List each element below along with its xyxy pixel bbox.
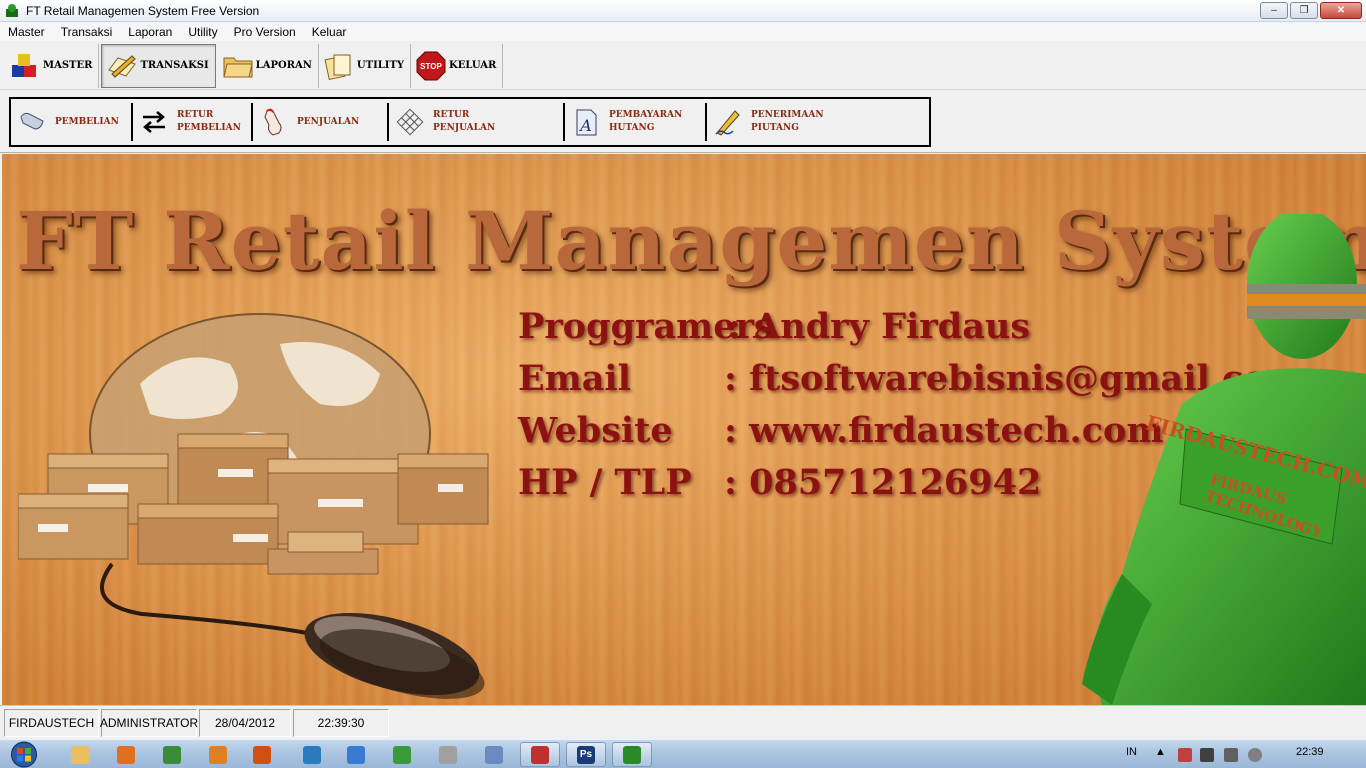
retur-penjualan-label: RETUR PENJUALAN (433, 110, 496, 133)
taskbar-item-chrome[interactable] (152, 742, 192, 767)
penjualan-label: PENJUALAN (297, 116, 360, 127)
document-a-icon: A (576, 109, 597, 136)
taskbar-item-green-app[interactable] (382, 742, 422, 767)
explorer-icon (71, 745, 89, 764)
retur-penjualan-button[interactable]: RETUR PENJUALAN (389, 103, 565, 141)
green-app-icon (393, 745, 411, 764)
firefox-icon (253, 745, 271, 764)
taskbar-item-cat-app[interactable] (428, 742, 468, 767)
grid-icon (396, 108, 424, 136)
media-player-icon (117, 745, 135, 764)
cubes-icon (12, 53, 36, 77)
language-indicator[interactable]: IN (1126, 746, 1137, 758)
display-icon[interactable] (1224, 748, 1238, 762)
transaksi-panel: PEMBELIAN RETUR PEMBELIAN PENJUALAN RETU… (0, 91, 1366, 153)
menu-laporan[interactable]: Laporan (119, 25, 179, 39)
swap-arrows-icon (143, 111, 165, 133)
taskbar: Ps IN ▲ 22:39 (0, 739, 1366, 768)
scroll-icon (20, 112, 44, 130)
title-bar: FT Retail Managemen System Free Version … (0, 0, 1366, 22)
pembayaran-hutang-label: PEMBAYARAN HUTANG (609, 110, 683, 133)
show-hidden-icons[interactable]: ▲ (1155, 746, 1166, 758)
volume-icon[interactable] (1248, 748, 1262, 762)
phone-value: : 085712126942 (724, 462, 1042, 503)
laporan-button[interactable]: LAPORAN (218, 43, 319, 88)
chrome-icon (163, 745, 181, 764)
keluar-button[interactable]: STOP KELUAR (411, 43, 504, 88)
cat-app-2-icon (485, 745, 503, 764)
utility-label: UTILITY (356, 60, 405, 71)
status-time: 22:39:30 (293, 708, 389, 737)
utility-button[interactable]: UTILITY (319, 43, 412, 88)
app-icon (6, 3, 18, 17)
cat-app-icon (439, 745, 457, 764)
status-bar: FIRDAUSTECH ADMINISTRATOR 28/04/2012 22:… (0, 705, 1366, 739)
network-icon[interactable] (1178, 748, 1192, 762)
mail-app-icon (531, 745, 549, 764)
banner-image: FT Retail Managemen System Proggramers :… (2, 154, 1366, 705)
mouse-illustration (100, 562, 485, 699)
pembelian-button[interactable]: PEMBELIAN (11, 103, 133, 141)
taskbar-item-explorer[interactable] (60, 742, 100, 767)
photoshop-icon: Ps (577, 745, 595, 764)
menu-pro-version[interactable]: Pro Version (225, 25, 303, 39)
status-date: 28/04/2012 (199, 708, 291, 737)
penerimaan-piutang-label: PENERIMAAN PIUTANG (751, 110, 824, 133)
retur-pembelian-label: RETUR PEMBELIAN (177, 110, 241, 133)
taskbar-item-ie[interactable] (336, 742, 376, 767)
ie-icon (347, 745, 365, 764)
transaksi-subtoolbar: PEMBELIAN RETUR PEMBELIAN PENJUALAN RETU… (9, 97, 931, 147)
keluar-label: KELUAR (449, 60, 497, 71)
window-title: FT Retail Managemen System Free Version (26, 3, 260, 18)
taskbar-item-cat-app-2[interactable] (474, 742, 514, 767)
phone-label: HP / TLP (518, 462, 692, 503)
documents-icon (324, 54, 351, 80)
master-button[interactable]: MASTER (5, 43, 100, 88)
maximize-button[interactable]: ❐ (1290, 2, 1318, 19)
menu-master[interactable]: Master (0, 25, 52, 39)
folder-icon (223, 57, 253, 77)
pencil-paper-icon (108, 54, 137, 78)
pembayaran-hutang-button[interactable]: A PEMBAYARAN HUTANG (565, 103, 707, 141)
hand-cursor-icon (264, 108, 282, 136)
start-button[interactable] (7, 741, 41, 768)
app-orange-icon (209, 745, 227, 764)
menu-keluar[interactable]: Keluar (303, 25, 354, 39)
penerimaan-piutang-button[interactable]: PENERIMAAN PIUTANG (707, 103, 857, 141)
stop-sign-icon: STOP (416, 51, 446, 80)
taskbar-item-photoshop[interactable]: Ps (566, 742, 606, 767)
taskbar-item-media-player[interactable] (106, 742, 146, 767)
taskbar-clock[interactable]: 22:39 (1296, 746, 1324, 758)
retur-pembelian-button[interactable]: RETUR PEMBELIAN (133, 103, 253, 141)
menu-bar: Master Transaksi Laporan Utility Pro Ver… (0, 22, 1366, 41)
ft-retail-icon (623, 745, 641, 764)
email-label: Email (518, 358, 631, 399)
transaksi-label: TRANSAKSI (140, 60, 209, 71)
taskbar-item-mail-app[interactable] (520, 742, 560, 767)
menu-transaksi[interactable]: Transaksi (52, 25, 120, 39)
taskbar-item-firefox[interactable] (242, 742, 282, 767)
penjualan-button[interactable]: PENJUALAN (253, 103, 389, 141)
menu-utility[interactable]: Utility (179, 25, 224, 39)
svg-text:STOP: STOP (420, 62, 442, 71)
mascot-illustration: FIRDAUSTECH.COM FIRDAUS TECHNOLOGY (1082, 214, 1366, 705)
close-button[interactable]: ✕ (1320, 2, 1362, 19)
status-user: ADMINISTRATOR (100, 708, 198, 737)
laporan-label: LAPORAN (255, 60, 312, 71)
maxthon-icon (303, 745, 321, 764)
taskbar-item-ft-retail[interactable] (612, 742, 652, 767)
taskbar-item-app-orange[interactable] (198, 742, 238, 767)
minimize-button[interactable]: ‒ (1260, 2, 1288, 19)
master-label: MASTER (43, 60, 93, 71)
action-center-icon[interactable] (1200, 748, 1214, 762)
transaksi-button[interactable]: TRANSAKSI (101, 43, 216, 88)
programmer-value: : Andry Firdaus (728, 306, 1031, 347)
pembelian-label: PEMBELIAN (55, 116, 119, 127)
main-toolbar: MASTER TRANSAKSI LAPORAN UTILITY STOP KE… (0, 42, 1366, 90)
website-label: Website (518, 410, 673, 451)
status-company: FIRDAUSTECH (4, 708, 99, 737)
pen-signature-icon (715, 110, 740, 136)
taskbar-item-maxthon[interactable] (292, 742, 332, 767)
svg-text:A: A (578, 116, 592, 135)
